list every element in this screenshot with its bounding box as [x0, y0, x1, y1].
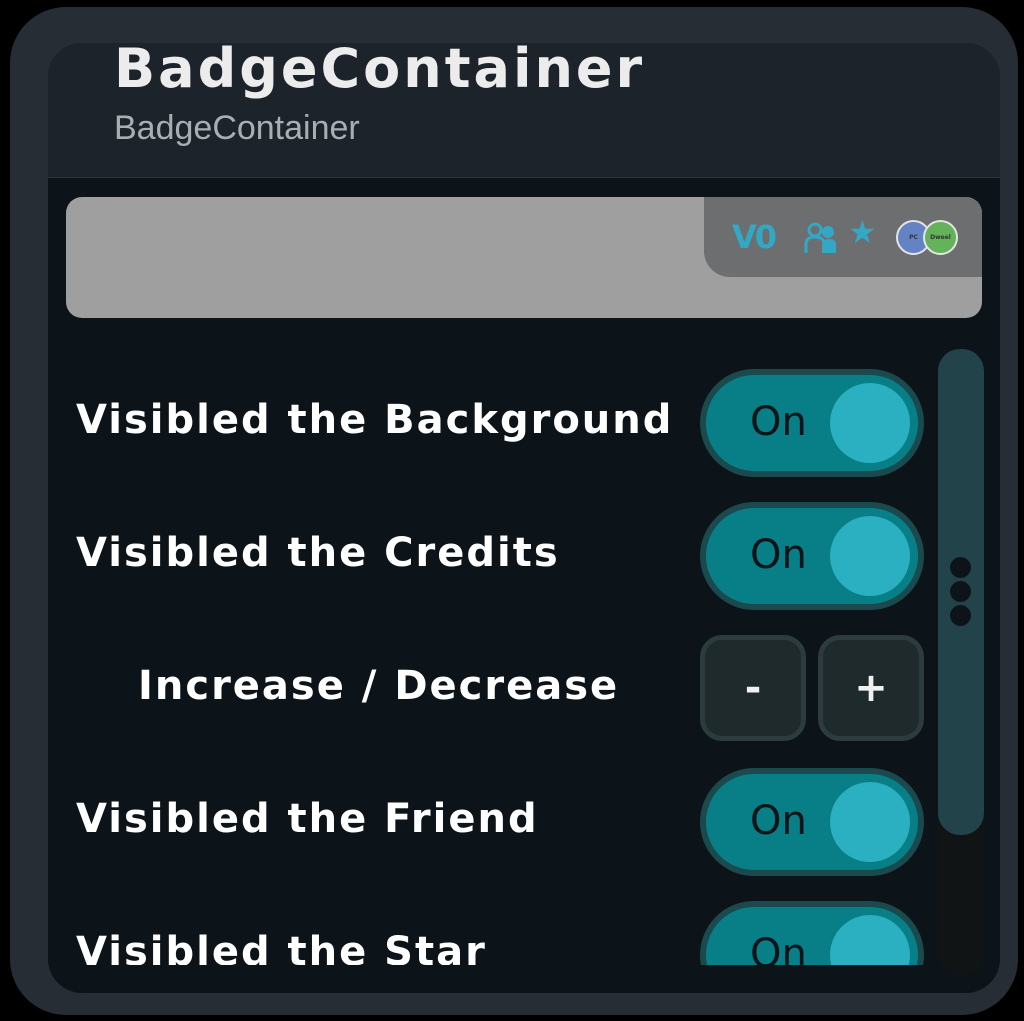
badge-container: V0 ★ PC Dweel — [704, 197, 982, 277]
scrollbar-thumb[interactable] — [938, 349, 984, 835]
star-visibility-toggle[interactable]: On — [700, 901, 924, 965]
avatar-group: PC Dweel — [896, 220, 958, 255]
page-subtitle: BadgeContainer — [114, 109, 360, 147]
toggle-knob — [830, 915, 910, 965]
header: BadgeContainer BadgeContainer — [48, 43, 1000, 178]
star-icon: ★ — [848, 213, 877, 251]
decrease-button[interactable]: - — [700, 635, 806, 741]
friend-visibility-toggle[interactable]: On — [700, 768, 924, 876]
background-visibility-label: Visibled the Background — [76, 397, 674, 443]
scrollbar[interactable] — [938, 349, 984, 975]
increase-decrease-label: Increase / Decrease — [138, 663, 620, 709]
toggle-state: On — [750, 399, 807, 445]
credits-visibility-label: Visibled the Credits — [76, 530, 560, 576]
background-visibility-toggle[interactable]: On — [700, 369, 924, 477]
badge-preview: V0 ★ PC Dweel — [66, 197, 982, 318]
settings-list: Visibled the Background On Visibled the … — [48, 349, 1000, 965]
credits-visibility-toggle[interactable]: On — [700, 502, 924, 610]
toggle-knob — [830, 782, 910, 862]
friend-visibility-label: Visibled the Friend — [76, 796, 539, 842]
toggle-state: On — [750, 798, 807, 844]
drag-handle-icon[interactable] — [950, 557, 972, 627]
credits-badge: V0 — [732, 218, 777, 256]
toggle-state: On — [750, 532, 807, 578]
friend-icon — [804, 222, 836, 253]
star-visibility-label: Visibled the Star — [76, 929, 487, 965]
increase-button[interactable]: + — [818, 635, 924, 741]
toggle-knob — [830, 516, 910, 596]
toggle-knob — [830, 383, 910, 463]
page-title: BadgeContainer — [114, 43, 646, 100]
window-frame: BadgeContainer BadgeContainer V0 ★ PC Dw… — [10, 7, 1018, 1015]
avatar: Dweel — [923, 220, 958, 255]
toggle-state: On — [750, 931, 807, 965]
badge-container-panel: BadgeContainer BadgeContainer V0 ★ PC Dw… — [48, 43, 1000, 993]
